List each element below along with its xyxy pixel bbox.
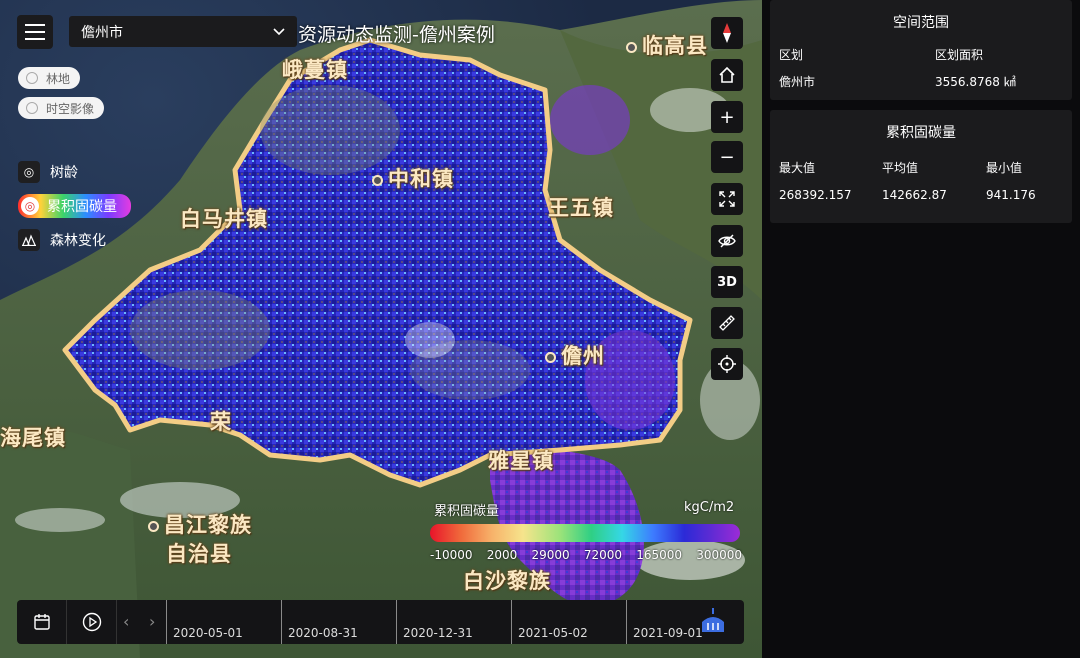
layer-panel: ◎ 树龄 ◎ 累积固碳量 森林变化 xyxy=(18,155,131,257)
layer-tree-age[interactable]: ◎ 树龄 xyxy=(18,155,131,189)
side-panel: 空间范围 区划 区划面积 儋州市 3556.8768 ㎢ 累积固碳量 最大值 平… xyxy=(762,0,1080,658)
max-header: 最大值 xyxy=(779,161,816,175)
legend-tick: 2000 xyxy=(486,548,518,562)
home-button[interactable] xyxy=(711,59,743,91)
app-root: 峨蔓镇 中和镇 白马井镇 王五镇 儋州 荣 海尾镇 雅星镇 昌江黎族 自治县 白… xyxy=(0,0,1080,658)
circle-icon xyxy=(26,102,38,114)
layer-carbon-stock-label: 累积固碳量 xyxy=(47,199,117,215)
place-label-rong: 荣 xyxy=(210,410,232,434)
place-label-haiwei: 海尾镇 xyxy=(0,426,66,450)
timeline-dates: 2020-05-01 2020-08-31 2020-12-31 2021-05… xyxy=(166,600,744,644)
compass-button[interactable] xyxy=(711,17,743,49)
hamburger-icon-line xyxy=(25,31,45,33)
place-label-yaxing: 雅星镇 xyxy=(488,449,554,473)
place-label-baisha: 白沙黎族 xyxy=(463,569,551,593)
district-area-header: 区划面积 xyxy=(935,48,984,62)
place-label-emantown: 峨蔓镇 xyxy=(282,58,348,82)
layer-forest-change[interactable]: 森林变化 xyxy=(18,223,131,257)
legend-tick: 165000 xyxy=(636,548,682,562)
view-3d-button[interactable]: 3D xyxy=(711,266,743,298)
layer-forest-change-label: 森林变化 xyxy=(50,233,106,249)
chevron-right-icon[interactable]: › xyxy=(149,612,155,631)
calendar-icon xyxy=(33,614,50,630)
ruler-icon xyxy=(719,315,735,331)
menu-button[interactable] xyxy=(17,15,53,49)
map-view[interactable]: 峨蔓镇 中和镇 白马井镇 王五镇 儋州 荣 海尾镇 雅星镇 昌江黎族 自治县 白… xyxy=(0,0,762,658)
circle-icon xyxy=(26,72,38,84)
fullscreen-button[interactable] xyxy=(711,183,743,215)
carbon-stock-title: 累积固碳量 xyxy=(886,125,956,141)
legend-title: 累积固碳量 xyxy=(434,504,500,519)
mean-header: 平均值 xyxy=(882,161,919,175)
forest-icon xyxy=(18,229,40,251)
play-button[interactable] xyxy=(67,600,117,644)
place-label-changjiang-2: 自治县 xyxy=(166,542,232,566)
measure-button[interactable] xyxy=(711,307,743,339)
min-value: 941.176 xyxy=(986,188,1036,202)
place-label-danzhou: 儋州 xyxy=(545,340,605,370)
expand-icon xyxy=(719,191,735,207)
slider-handle-icon xyxy=(702,608,724,632)
legend-color-ramp xyxy=(430,524,740,542)
spatial-extent-title: 空间范围 xyxy=(893,15,949,31)
region-select-value: 儋州市 xyxy=(81,24,123,41)
place-label-baimajing: 白马井镇 xyxy=(180,207,268,231)
legend-ticks: -10000 2000 29000 72000 165000 300000 xyxy=(430,548,742,562)
region-select[interactable]: 儋州市 xyxy=(69,16,297,47)
district-area-value: 3556.8768 ㎢ xyxy=(935,75,1016,89)
play-icon xyxy=(82,612,101,632)
mean-value: 142662.87 xyxy=(882,188,947,202)
toggle-imagery-label: 时空影像 xyxy=(46,101,95,116)
timeline-date[interactable]: 2021-09-01 xyxy=(626,600,703,644)
spatial-extent-card: 空间范围 区划 区划面积 儋州市 3556.8768 ㎢ xyxy=(770,0,1072,100)
district-value: 儋州市 xyxy=(779,75,816,89)
place-label-changjiang-1: 昌江黎族 xyxy=(148,509,252,539)
hamburger-icon-line xyxy=(25,38,45,40)
hide-button[interactable] xyxy=(711,225,743,257)
toggle-spatiotemporal-imagery[interactable]: 时空影像 xyxy=(18,97,105,119)
carbon-stock-card: 累积固碳量 最大值 平均值 最小值 268392.157 142662.87 9… xyxy=(770,110,1072,223)
timeline-bar: ‹ › 2020-05-01 2020-08-31 2020-12-31 202… xyxy=(17,600,744,644)
calendar-button[interactable] xyxy=(17,600,67,644)
timeline-date[interactable]: 2020-08-31 xyxy=(281,600,358,644)
toggle-forestland[interactable]: 林地 xyxy=(18,67,81,89)
timeline-date[interactable]: 2020-12-31 xyxy=(396,600,473,644)
min-header: 最小值 xyxy=(986,161,1023,175)
timeline-date[interactable]: 2020-05-01 xyxy=(166,600,243,644)
home-icon xyxy=(719,66,735,83)
map-title: 资源动态监测-儋州案例 xyxy=(298,24,495,46)
zoom-in-button[interactable]: + xyxy=(711,101,743,133)
max-value: 268392.157 xyxy=(779,188,852,202)
legend-unit: kgC/m2 xyxy=(684,500,735,515)
legend-tick: 72000 xyxy=(583,548,622,562)
zoom-out-button[interactable]: − xyxy=(711,141,743,173)
hamburger-icon-line xyxy=(25,24,45,26)
legend-tick: 29000 xyxy=(531,548,570,562)
timeline-handle[interactable] xyxy=(700,608,726,634)
layer-tree-age-label: 树龄 xyxy=(50,165,78,181)
toggle-forestland-label: 林地 xyxy=(46,71,71,86)
crosshair-icon xyxy=(718,355,736,373)
layer-carbon-stock[interactable]: ◎ 累积固碳量 xyxy=(18,194,131,218)
legend-tick: 300000 xyxy=(696,548,742,562)
target-icon: ◎ xyxy=(21,197,39,215)
chevron-down-icon xyxy=(273,25,285,39)
eye-off-icon xyxy=(718,234,736,248)
district-header: 区划 xyxy=(779,48,804,62)
chevron-left-icon[interactable]: ‹ xyxy=(123,612,129,631)
compass-icon xyxy=(723,23,731,43)
place-label-zhonghe: 中和镇 xyxy=(372,163,454,193)
target-icon: ◎ xyxy=(18,161,40,183)
legend-tick: -10000 xyxy=(430,548,473,562)
timeline-date[interactable]: 2021-05-02 xyxy=(511,600,588,644)
place-label-lingao: 临高县 xyxy=(626,30,708,60)
place-label-wangwu: 王五镇 xyxy=(548,196,614,220)
locate-button[interactable] xyxy=(711,348,743,380)
